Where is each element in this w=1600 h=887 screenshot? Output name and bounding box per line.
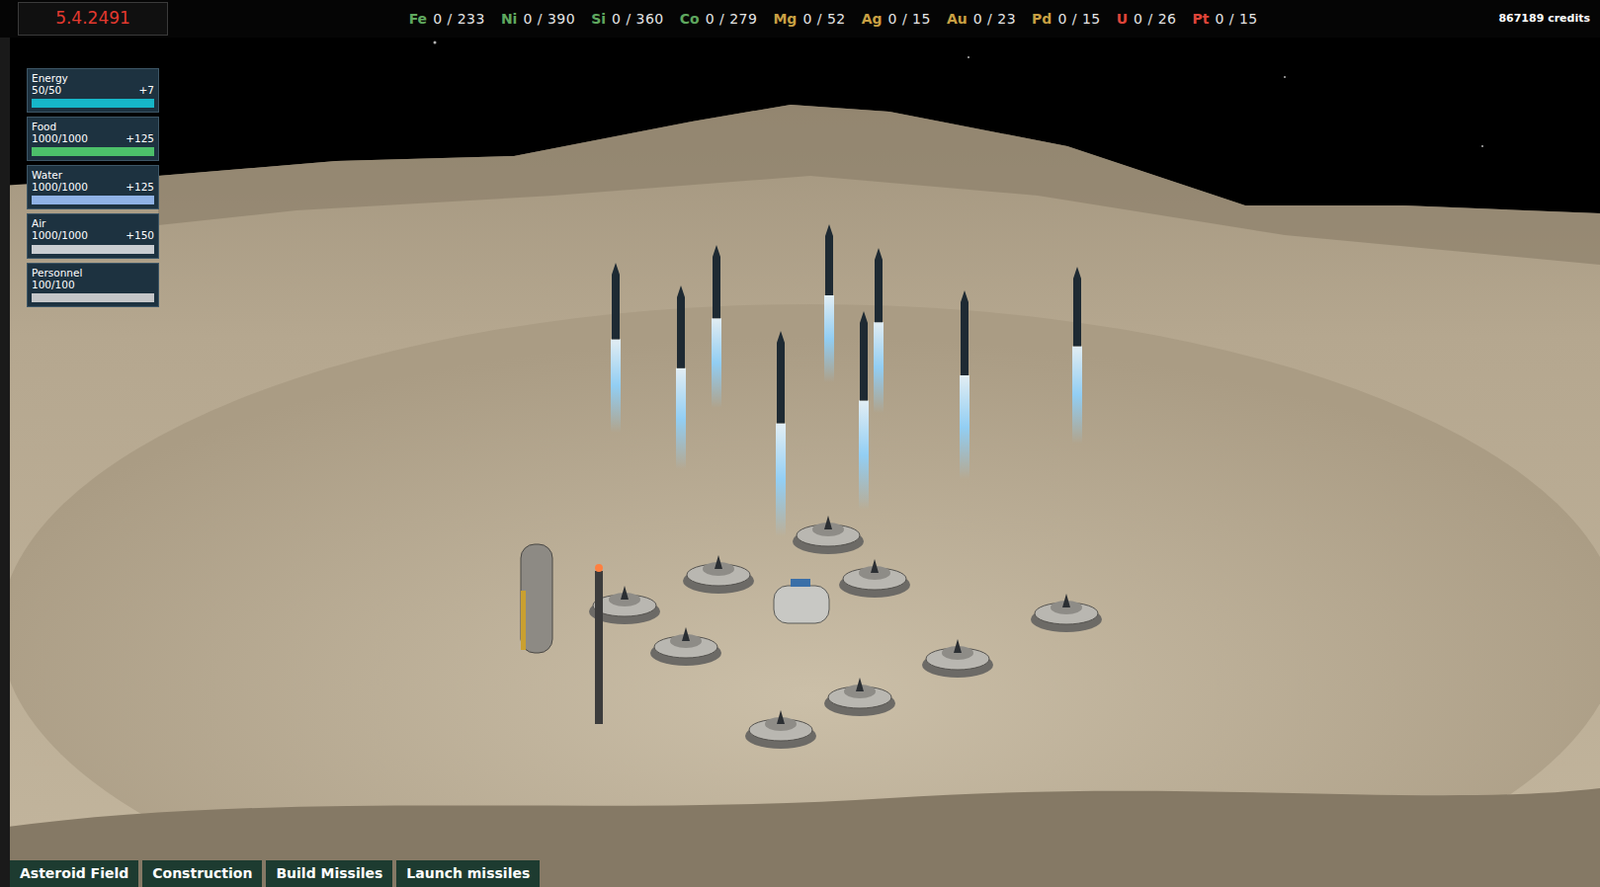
stat-track bbox=[31, 147, 155, 157]
stat-fill-color bbox=[31, 245, 155, 254]
stat-fill-color bbox=[31, 98, 155, 108]
stat-fill bbox=[31, 293, 155, 303]
resource-item: Fe0 / 233 bbox=[409, 8, 486, 30]
resource-reading: 0 / 233 bbox=[432, 8, 486, 30]
left-edge bbox=[0, 37, 10, 887]
resource-symbol: Ag bbox=[861, 8, 883, 30]
menu-button[interactable]: Asteroid Field bbox=[9, 860, 139, 887]
stat-track bbox=[31, 195, 155, 205]
action-bar: Asteroid FieldConstructionBuild Missiles… bbox=[9, 860, 540, 887]
resource-item: Si0 / 360 bbox=[590, 8, 665, 30]
resource-bar: Fe0 / 233Ni0 / 390Si0 / 360Co0 / 279Mg0 … bbox=[409, 8, 1259, 30]
stat-rate: +125 bbox=[125, 180, 155, 193]
resource-symbol: Si bbox=[590, 8, 606, 30]
resource-reading: 0 / 26 bbox=[1133, 8, 1177, 30]
stat-value: 100/100 bbox=[31, 278, 76, 291]
resource-symbol: Pt bbox=[1191, 8, 1209, 30]
crater-scene[interactable]: Energy50/50+7Food1000/1000+125Water1000/… bbox=[0, 37, 1600, 887]
stat-fill bbox=[31, 195, 155, 205]
stat-fill bbox=[31, 98, 155, 108]
stat-fill bbox=[31, 147, 155, 157]
resource-item: Pd0 / 15 bbox=[1031, 8, 1101, 30]
stat-rate: +125 bbox=[125, 132, 155, 145]
crater-icon bbox=[0, 37, 1600, 887]
stat-track bbox=[31, 293, 155, 303]
stat-value: 1000/1000 bbox=[31, 132, 88, 145]
game-date: 5.4.2491 bbox=[17, 1, 169, 36]
stat-rate: +7 bbox=[139, 84, 155, 96]
stat-value: 1000/1000 bbox=[31, 180, 88, 193]
stat-value: 1000/1000 bbox=[31, 229, 88, 242]
stat-label: Air bbox=[31, 217, 155, 230]
stat-label: Energy bbox=[31, 72, 155, 85]
resource-item: Mg0 / 52 bbox=[772, 8, 845, 30]
resource-reading: 0 / 360 bbox=[611, 8, 665, 30]
resource-reading: 0 / 23 bbox=[973, 8, 1016, 30]
resource-item: Au0 / 23 bbox=[946, 8, 1016, 30]
resource-reading: 0 / 52 bbox=[802, 8, 845, 30]
resource-item: Ag0 / 15 bbox=[861, 8, 931, 30]
menu-button[interactable]: Launch missiles bbox=[396, 860, 540, 887]
stat-row: 1000/1000 +125 bbox=[31, 180, 155, 193]
stat-label: Food bbox=[31, 120, 155, 133]
stat-fill-color bbox=[31, 293, 155, 303]
stat-row: 1000/1000 +150 bbox=[31, 229, 155, 242]
stat-panels: Energy50/50+7Food1000/1000+125Water1000/… bbox=[26, 68, 160, 308]
stat-row: 100/100 bbox=[31, 278, 155, 291]
stat-value: 50/50 bbox=[31, 84, 62, 96]
stat-track bbox=[31, 98, 155, 108]
resource-symbol: Au bbox=[946, 8, 968, 30]
stat-rate: +150 bbox=[125, 229, 155, 242]
resource-reading: 0 / 15 bbox=[1057, 8, 1100, 30]
resource-item: Ni0 / 390 bbox=[501, 8, 576, 30]
stat-fill-color bbox=[31, 147, 155, 157]
resource-symbol: Pd bbox=[1031, 8, 1052, 30]
resource-item: Co0 / 279 bbox=[679, 8, 758, 30]
resource-reading: 0 / 15 bbox=[888, 8, 931, 30]
menu-button[interactable]: Build Missiles bbox=[265, 860, 393, 887]
stat-panel: Energy50/50 +7 bbox=[26, 68, 160, 113]
stat-label: Water bbox=[31, 168, 155, 181]
stat-track bbox=[31, 245, 155, 254]
resource-symbol: U bbox=[1116, 8, 1128, 30]
top-bar: 5.4.2491 Fe0 / 233Ni0 / 390Si0 / 360Co0 … bbox=[0, 0, 1600, 38]
stat-panel: Personnel100/100 bbox=[26, 262, 160, 308]
resource-symbol: Co bbox=[679, 8, 700, 30]
stat-row: 1000/1000 +125 bbox=[31, 132, 155, 145]
stat-fill bbox=[31, 245, 155, 254]
resource-item: Pt0 / 15 bbox=[1191, 8, 1258, 30]
stat-panel: Food1000/1000 +125 bbox=[26, 116, 160, 162]
resource-reading: 0 / 15 bbox=[1214, 8, 1258, 30]
stat-fill-color bbox=[31, 195, 155, 205]
resource-reading: 0 / 279 bbox=[705, 8, 758, 30]
credits: 867189 credits bbox=[1498, 10, 1591, 28]
stat-panel: Air1000/1000 +150 bbox=[26, 213, 160, 258]
stat-row: 50/50 +7 bbox=[31, 84, 155, 96]
resource-symbol: Fe bbox=[409, 8, 428, 30]
stat-label: Personnel bbox=[31, 266, 155, 279]
resource-reading: 0 / 390 bbox=[522, 8, 576, 30]
resource-symbol: Mg bbox=[772, 8, 797, 30]
stat-panel: Water1000/1000 +125 bbox=[26, 165, 160, 210]
resource-symbol: Ni bbox=[501, 8, 518, 30]
resource-item: U0 / 26 bbox=[1116, 8, 1178, 30]
menu-button[interactable]: Construction bbox=[142, 860, 262, 887]
